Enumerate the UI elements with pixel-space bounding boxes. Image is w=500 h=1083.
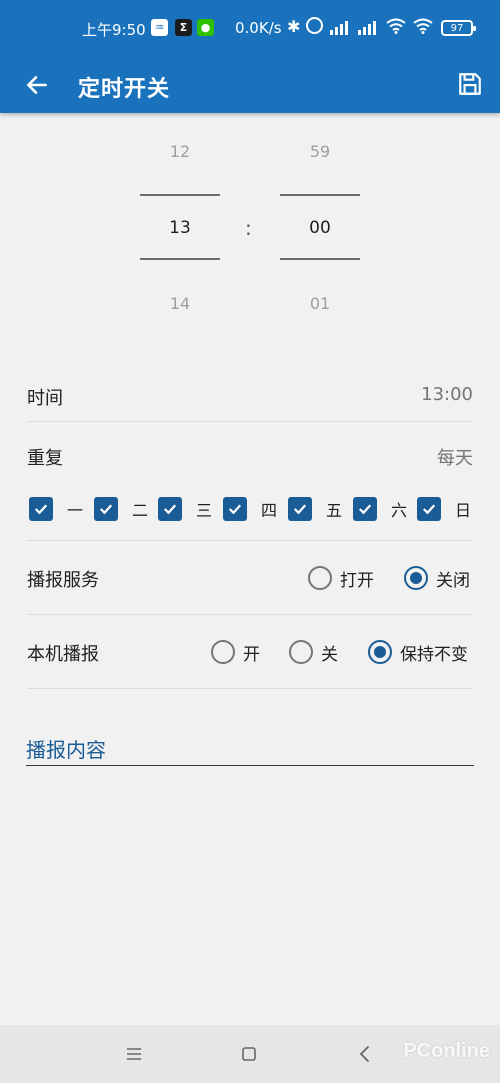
status-bar: 上午9:50 ♒ Σ ● 0.0K/s ✱ 97	[0, 0, 500, 58]
radio-unchecked-icon[interactable]	[289, 640, 313, 664]
broadcast-content-label: 播报内容	[26, 738, 106, 762]
status-time: 上午9:50	[82, 21, 146, 39]
repeat-label: 重复	[27, 448, 63, 469]
hour-prev[interactable]: 12	[140, 142, 220, 161]
radio-unchecked-icon[interactable]	[211, 640, 235, 664]
radio-label: 保持不变	[400, 644, 468, 665]
weekday-tue[interactable]: 二	[94, 497, 148, 521]
weekday-sat[interactable]: 六	[353, 497, 407, 521]
wechat-icon: ●	[197, 19, 214, 36]
checkbox-checked-icon[interactable]	[353, 497, 377, 521]
broadcast-service-label: 播报服务	[27, 570, 99, 591]
battery-icon: 97	[441, 20, 476, 36]
checkbox-checked-icon[interactable]	[29, 497, 53, 521]
watermark: PConline	[403, 1040, 490, 1062]
voice-app-icon: ♒	[151, 19, 168, 36]
checkbox-checked-icon[interactable]	[288, 497, 312, 521]
wifi-icon	[413, 18, 433, 34]
weekday-label: 二	[132, 501, 149, 520]
picker-divider	[280, 258, 360, 260]
weekday-fri[interactable]: 五	[288, 497, 342, 521]
broadcast-service-off-option[interactable]: 关闭	[404, 565, 470, 591]
divider	[27, 421, 473, 422]
minute-prev[interactable]: 59	[280, 142, 360, 161]
time-separator: :	[245, 216, 252, 240]
weekday-label: 五	[326, 501, 343, 520]
local-broadcast-keep-option[interactable]: 保持不变	[368, 639, 468, 665]
local-broadcast-on-option[interactable]: 开	[211, 639, 260, 665]
weekday-label: 四	[261, 501, 278, 520]
home-button[interactable]	[234, 1039, 264, 1069]
signal-icon	[358, 19, 380, 35]
radio-checked-icon[interactable]	[368, 640, 392, 664]
radio-label: 关闭	[436, 570, 470, 591]
local-broadcast-off-option[interactable]: 关	[289, 639, 338, 665]
radio-checked-icon[interactable]	[404, 566, 428, 590]
home-square-icon	[242, 1047, 256, 1061]
repeat-value[interactable]: 每天	[437, 444, 473, 470]
page-title: 定时开关	[78, 77, 171, 102]
picker-divider	[140, 194, 220, 196]
checkbox-checked-icon[interactable]	[417, 497, 441, 521]
radio-label: 打开	[340, 570, 374, 591]
checkbox-checked-icon[interactable]	[223, 497, 247, 521]
picker-divider	[280, 194, 360, 196]
chevron-left-icon	[359, 1046, 369, 1062]
network-speed: 0.0K/s	[235, 19, 282, 37]
broadcast-service-on-option[interactable]: 打开	[308, 565, 374, 591]
arrow-left-icon	[27, 76, 47, 94]
hour-next[interactable]: 14	[140, 294, 220, 313]
checkbox-checked-icon[interactable]	[94, 497, 118, 521]
hour-current[interactable]: 13	[140, 218, 220, 238]
time-value: 13:00	[421, 384, 473, 405]
alarm-icon	[306, 17, 323, 34]
bluetooth-icon: ✱	[287, 17, 301, 36]
checkbox-checked-icon[interactable]	[158, 497, 182, 521]
sigma-app-icon: Σ	[175, 19, 192, 36]
save-button[interactable]	[452, 66, 488, 102]
local-broadcast-label: 本机播报	[27, 644, 99, 665]
broadcast-content-input[interactable]: 播报内容	[26, 732, 474, 766]
time-label: 时间	[27, 388, 63, 409]
weekday-label: 日	[455, 501, 472, 520]
toolbar: 定时开关	[0, 58, 500, 113]
signal-icon	[330, 19, 352, 35]
weekday-label: 三	[196, 501, 213, 520]
radio-label: 开	[243, 644, 260, 665]
weekday-thu[interactable]: 四	[223, 497, 277, 521]
divider	[27, 540, 473, 541]
save-icon	[459, 73, 481, 95]
minute-current[interactable]: 00	[280, 218, 360, 238]
divider	[27, 688, 473, 689]
weekday-label: 六	[391, 501, 408, 520]
nav-back-button[interactable]	[350, 1039, 380, 1069]
back-button[interactable]	[20, 68, 54, 102]
weekday-mon[interactable]: 一	[29, 497, 83, 521]
weekday-label: 一	[67, 501, 84, 520]
radio-unchecked-icon[interactable]	[308, 566, 332, 590]
divider	[27, 614, 473, 615]
menu-button[interactable]	[119, 1039, 149, 1069]
menu-icon	[127, 1048, 141, 1060]
minute-next[interactable]: 01	[280, 294, 360, 313]
weekday-sun[interactable]: 日	[417, 497, 471, 521]
wifi-icon	[386, 18, 406, 34]
picker-divider	[140, 258, 220, 260]
radio-label: 关	[321, 644, 338, 665]
weekday-wed[interactable]: 三	[158, 497, 212, 521]
